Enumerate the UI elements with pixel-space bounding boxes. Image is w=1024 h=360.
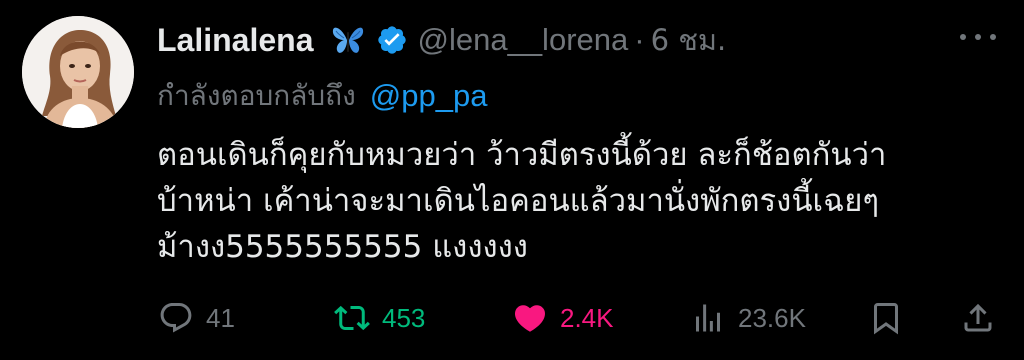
- reply-mention-link[interactable]: @pp_pa: [370, 78, 488, 114]
- author-handle[interactable]: @lena__lorena: [418, 22, 629, 58]
- retweet-button[interactable]: 453: [334, 296, 425, 340]
- verified-badge-icon[interactable]: [376, 24, 408, 56]
- tweet-text: ตอนเดินก็คุยกับหมวยว่า ว้าวมีตรงนี้ด้วย …: [157, 132, 1017, 270]
- butterfly-emoji-icon: [330, 22, 366, 58]
- tweet-text-line: บ้าหน่า เค้าน่าจะมาเดินไอคอนแล้วมานั่งพั…: [157, 183, 880, 219]
- tweet-text-line: ตอนเดินก็คุยกับหมวยว่า ว้าวมีตรงนี้ด้วย …: [157, 137, 887, 173]
- reply-count: 41: [206, 302, 235, 333]
- like-button[interactable]: 2.4K: [512, 296, 614, 340]
- bookmark-button[interactable]: [868, 296, 904, 340]
- replying-to: กำลังตอบกลับถึง @pp_pa: [157, 76, 487, 116]
- reply-icon: [160, 303, 192, 333]
- view-count: 23.6K: [738, 302, 806, 333]
- action-bar: 41 453 2.4K 23.6K: [0, 296, 1024, 340]
- share-icon: [964, 303, 992, 332]
- separator-dot: ·: [634, 22, 645, 57]
- avatar[interactable]: [22, 16, 134, 128]
- reply-button[interactable]: 41: [158, 296, 235, 340]
- tweet-text-line: ม้างง5555555555 แงงงงง: [157, 229, 528, 265]
- retweet-count: 453: [382, 302, 426, 333]
- share-button[interactable]: [960, 296, 996, 340]
- replying-to-label: กำลังตอบกลับถึง: [157, 79, 356, 112]
- bookmark-icon: [874, 303, 898, 335]
- views-button[interactable]: 23.6K: [690, 296, 806, 340]
- heart-icon: [514, 305, 546, 332]
- display-name[interactable]: Lalinalena: [157, 22, 314, 59]
- tweet-timestamp[interactable]: 6 ชม.: [651, 17, 727, 63]
- tweet-header: Lalinalena @lena__lorena · 6 ชม.: [157, 18, 726, 62]
- like-count: 2.4K: [560, 302, 614, 333]
- views-icon: [696, 304, 720, 332]
- more-options-icon[interactable]: [960, 22, 996, 52]
- retweet-icon: [334, 305, 370, 331]
- tweet[interactable]: Lalinalena @lena__lorena · 6 ชม. กำลังตอ…: [0, 0, 1024, 360]
